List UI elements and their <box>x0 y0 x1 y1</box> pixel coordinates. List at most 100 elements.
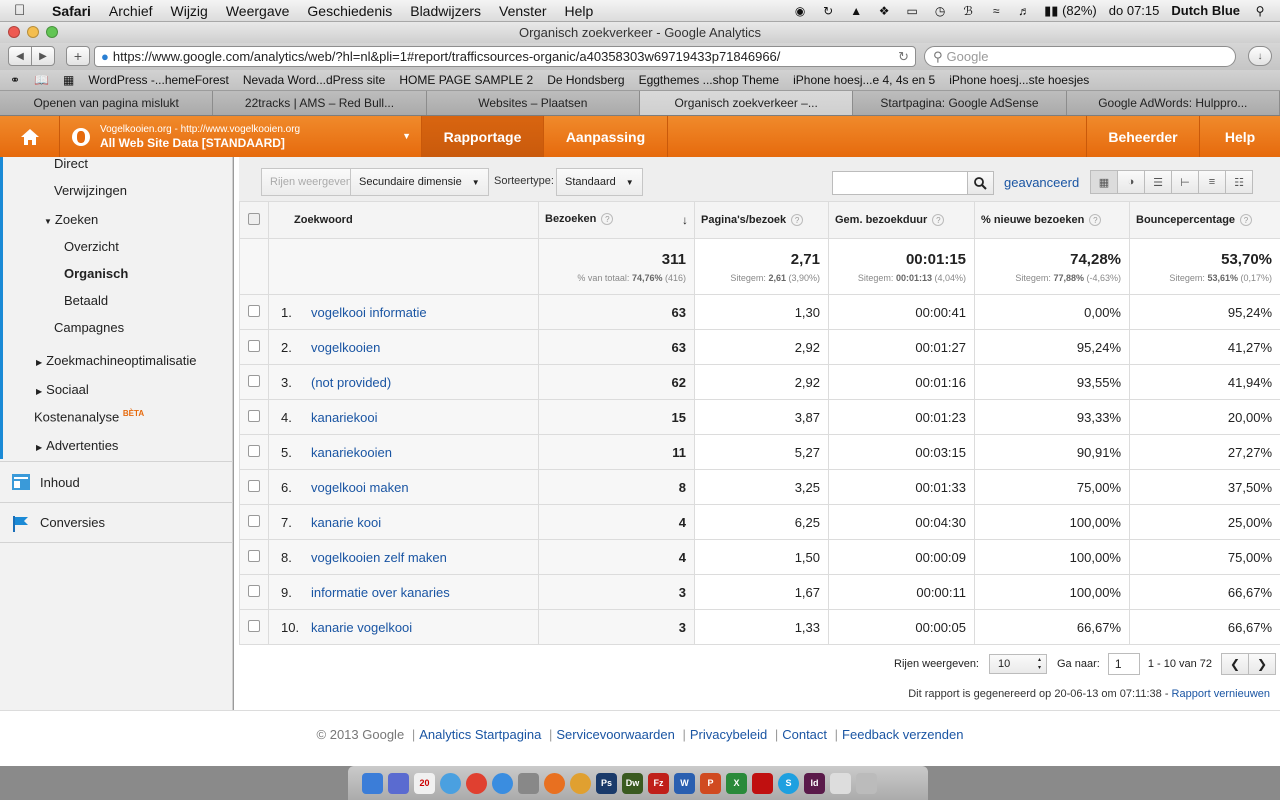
user-name[interactable]: Dutch Blue <box>1171 3 1240 18</box>
sidebar-item-ads[interactable]: ▶ Advertenties <box>36 438 118 453</box>
col-header-bounce[interactable]: Bouncepercentage? <box>1129 201 1280 239</box>
secondary-dimension-dropdown[interactable]: Secundaire dimensie ▼ <box>350 168 489 196</box>
sidebar-item-cost-analysis[interactable]: Kostenanalyse BÈTA <box>34 409 144 424</box>
col-header-visits[interactable]: Bezoeken? ↓ <box>538 201 695 239</box>
safari-icon[interactable] <box>440 772 461 794</box>
keyword-link[interactable]: vogelkooi informatie <box>311 305 427 320</box>
sidebar-item-social[interactable]: ▶ Sociaal <box>36 382 89 397</box>
goto-page-input[interactable]: 1 <box>1107 653 1140 675</box>
drive-icon[interactable]: ▲ <box>848 4 864 18</box>
keyword-link[interactable]: informatie over kanaries <box>311 585 450 600</box>
clock[interactable]: do 07:15 <box>1109 3 1160 18</box>
col-header-keyword[interactable]: Zoekwoord <box>268 201 539 239</box>
keyword-link[interactable]: vogelkooien <box>311 340 380 355</box>
powerpoint-icon[interactable]: P <box>700 772 721 794</box>
bookmark-6[interactable]: iPhone hoesj...e 4, 4s en 5 <box>793 73 935 87</box>
firefox-icon[interactable] <box>544 772 565 794</box>
filter-input[interactable] <box>832 171 968 195</box>
browser-tab[interactable]: Openen van pagina mislukt <box>0 91 214 115</box>
plot-rows-button[interactable]: Rijen weergeven <box>261 168 361 196</box>
checkbox-icon[interactable] <box>248 374 260 387</box>
menu-wijzig[interactable]: Wijzig <box>171 3 208 19</box>
app-icon[interactable] <box>570 772 591 794</box>
keyword-link[interactable]: kanariekooi <box>311 410 378 425</box>
footer-link[interactable]: Servicevoorwaarden <box>556 727 675 742</box>
forward-button[interactable]: ▶ <box>31 46 55 66</box>
document-icon[interactable] <box>830 772 851 794</box>
indesign-icon[interactable]: Id <box>804 772 825 794</box>
sidebar-item-paid[interactable]: Betaald <box>64 293 108 308</box>
sort-type-dropdown[interactable]: Standaard ▼ <box>556 168 643 196</box>
footer-link[interactable]: Privacybeleid <box>690 727 767 742</box>
address-bar[interactable]: ● https://www.google.com/analytics/web/?… <box>94 46 916 67</box>
acrobat-icon[interactable] <box>752 772 773 794</box>
checkbox-icon[interactable] <box>248 549 260 562</box>
browser-tab-active[interactable]: Organisch zoekverkeer –... <box>639 91 854 115</box>
photoshop-icon[interactable]: Ps <box>596 772 617 794</box>
wifi-icon[interactable]: ≈ <box>988 4 1004 18</box>
footer-link[interactable]: Contact <box>782 727 827 742</box>
top-sites-icon[interactable]: ▦ <box>63 73 74 87</box>
checkbox-icon[interactable] <box>248 339 260 352</box>
bookmark-1[interactable]: WordPress -...hemeForest <box>88 73 228 87</box>
menu-archief[interactable]: Archief <box>109 3 153 19</box>
checkbox-icon[interactable] <box>248 479 260 492</box>
filezilla-icon[interactable]: Fz <box>648 772 669 794</box>
sync-icon[interactable]: ↻ <box>820 4 836 18</box>
browser-tab[interactable]: 22tracks | AMS – Red Bull... <box>213 91 427 115</box>
itunes-icon[interactable] <box>492 772 513 794</box>
help-link[interactable]: Help <box>1200 116 1280 157</box>
next-page-button[interactable]: ❯ <box>1248 653 1277 675</box>
search-icon[interactable] <box>968 171 994 195</box>
bar-view-icon[interactable]: ☰ <box>1144 170 1172 194</box>
menu-help[interactable]: Help <box>565 3 594 19</box>
profile-selector[interactable]: Vogelkooien.org - http://www.vogelkooien… <box>60 116 422 157</box>
bookmark-2[interactable]: Nevada Word...dPress site <box>243 73 386 87</box>
keyword-link[interactable]: kanarie kooi <box>311 515 381 530</box>
sidebar-item-campaigns[interactable]: Campagnes <box>54 320 124 335</box>
calendar-icon[interactable]: 20 <box>414 772 435 794</box>
display-icon[interactable]: ▭ <box>904 4 920 18</box>
photo-icon[interactable] <box>518 772 539 794</box>
sidebar-section-content[interactable]: Inhoud <box>0 461 233 502</box>
checkbox-icon[interactable] <box>248 409 260 422</box>
keyword-link[interactable]: vogelkooi maken <box>311 480 409 495</box>
compare-view-icon[interactable]: ⊢ <box>1171 170 1199 194</box>
keyword-link[interactable]: kanarie vogelkooi <box>311 620 412 635</box>
help-icon[interactable]: ? <box>791 214 804 226</box>
prev-page-button[interactable]: ❮ <box>1221 653 1250 675</box>
trash-icon[interactable] <box>856 772 877 794</box>
footer-link[interactable]: Feedback verzenden <box>842 727 963 742</box>
col-header-pages[interactable]: Pagina's/bezoek? <box>694 201 829 239</box>
bookmark-4[interactable]: De Hondsberg <box>547 73 624 87</box>
col-header-new-visits[interactable]: % nieuwe bezoeken? <box>974 201 1130 239</box>
keyword-link[interactable]: kanariekooien <box>311 445 392 460</box>
bookmark-3[interactable]: HOME PAGE SAMPLE 2 <box>399 73 533 87</box>
reading-list-icon[interactable]: ⚭ <box>10 73 20 87</box>
status-icon[interactable]: ◉ <box>792 4 808 18</box>
bookmark-5[interactable]: Eggthemes ...shop Theme <box>639 73 780 87</box>
sparkline-view-icon[interactable]: ☷ <box>1225 170 1253 194</box>
word-icon[interactable]: W <box>674 772 695 794</box>
menu-app[interactable]: Safari <box>52 3 91 19</box>
checkbox-icon[interactable] <box>248 619 260 632</box>
close-window-icon[interactable] <box>8 26 20 38</box>
minimize-window-icon[interactable] <box>27 26 39 38</box>
browser-tab[interactable]: Google AdWords: Hulppro... <box>1066 91 1280 115</box>
spotlight-icon[interactable]: ⚲ <box>1252 4 1268 18</box>
help-icon[interactable]: ? <box>1089 214 1102 226</box>
tab-rapportage[interactable]: Rapportage <box>422 116 544 157</box>
checkbox-icon[interactable] <box>248 212 260 225</box>
col-header-duration[interactable]: Gem. bezoekduur? <box>828 201 975 239</box>
menu-geschiedenis[interactable]: Geschiedenis <box>307 3 392 19</box>
url-text[interactable]: https://www.google.com/analytics/web/?hl… <box>113 49 781 64</box>
checkbox-icon[interactable] <box>248 444 260 457</box>
pivot-view-icon[interactable]: ≡ <box>1198 170 1226 194</box>
menu-venster[interactable]: Venster <box>499 3 546 19</box>
sidebar-item-search[interactable]: ▼ Zoeken <box>44 212 98 227</box>
time-machine-icon[interactable]: ◷ <box>932 4 948 18</box>
menu-bladwijzers[interactable]: Bladwijzers <box>410 3 481 19</box>
help-icon[interactable]: ? <box>601 213 614 225</box>
bluetooth-icon[interactable]: ℬ <box>960 4 976 18</box>
dropbox-icon[interactable]: ❖ <box>876 4 892 18</box>
